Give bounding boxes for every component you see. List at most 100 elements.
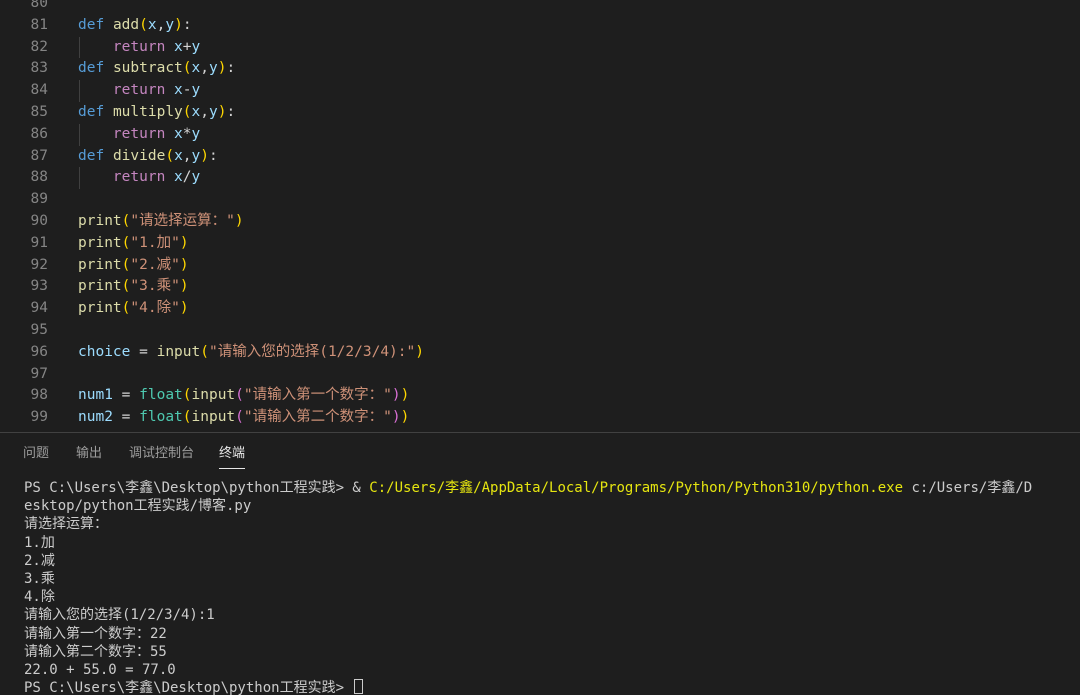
line-number: 99 [30, 409, 48, 426]
code-token: return [112, 38, 166, 55]
code-token: subtract [112, 60, 183, 77]
code-line[interactable]: 85 def multiply(x,y): [0, 102, 1080, 124]
tab-problems[interactable]: 问题 [23, 445, 49, 463]
code-token: "请选择运算：" [130, 213, 235, 229]
terminal-output[interactable]: PS C:\Users\李鑫\Desktop\python工程实践> & C:/… [24, 479, 1069, 695]
line-number: 95 [30, 322, 48, 338]
code-token: print [78, 213, 122, 229]
code-token: ( [139, 16, 148, 33]
code-token: ( [182, 60, 192, 77]
code-line[interactable]: 93 print("3.乘") [0, 276, 1080, 298]
tab-output[interactable]: 输出 [76, 445, 102, 463]
line-code: def divide(x,y): [78, 146, 218, 168]
code-token: input [191, 387, 236, 404]
line-code: def multiply(x,y): [78, 102, 235, 124]
line-code: return x/y [78, 167, 200, 189]
code-line[interactable]: 84 return x-y [0, 80, 1080, 102]
code-token: - [182, 82, 192, 99]
terminal-text: PS C:\Users\李鑫\Desktop\python工程实践> & [24, 480, 370, 496]
terminal-text: 请输入您的选择(1/2/3/4):1 [24, 607, 215, 624]
code-token: : [226, 60, 236, 77]
code-token: y [191, 147, 201, 164]
code-token: print [78, 278, 122, 295]
line-number: 91 [30, 234, 48, 251]
code-line[interactable]: 91 print("1.加") [0, 233, 1080, 255]
code-token: "1.加" [130, 234, 180, 251]
terminal-line: 4.除 [24, 588, 55, 606]
code-token: ) [179, 300, 189, 317]
terminal-text: 请输入第二个数字：55 [24, 643, 167, 660]
code-line[interactable]: 92 print("2.减") [0, 255, 1080, 277]
line-code: def add(x,y): [78, 15, 192, 37]
code-token: ) [234, 213, 244, 229]
terminal-text: esktop/python工程实践/博客.py [24, 498, 252, 515]
code-line[interactable]: 86 return x*y [0, 123, 1080, 146]
code-token: "3.乘" [130, 278, 180, 295]
code-line[interactable]: 87 def divide(x,y): [0, 146, 1080, 168]
tab-terminal[interactable]: 终端 [219, 445, 246, 469]
bottom-panel: 问题 输出 调试控制台 终端 PS C:\Users\李鑫\Desktop\py… [0, 432, 1080, 695]
code-token: ) [391, 409, 401, 426]
code-line[interactable]: 98 num1 = float(input("请输入第一个数字：")) [0, 385, 1080, 407]
code-line[interactable]: 96 choice = input("请输入您的选择(1/2/3/4):") [0, 342, 1080, 364]
code-token: ) [400, 387, 410, 404]
line-code: choice = input("请输入您的选择(1/2/3/4):") [78, 342, 424, 364]
terminal-line: 请输入您的选择(1/2/3/4):1 [24, 606, 215, 624]
code-line[interactable]: 97 [0, 364, 1080, 386]
code-token: num2 [78, 409, 113, 426]
code-token: y [208, 60, 218, 77]
code-line[interactable]: 99 num2 = float(input("请输入第二个数字：")) [0, 407, 1080, 429]
terminal-line: 3.乘 [24, 570, 55, 588]
line-code: num2 = float(input("请输入第二个数字：")) [78, 407, 409, 429]
code-token: = [112, 409, 140, 426]
terminal-line: 2.减 [24, 552, 55, 570]
terminal-text: PS C:\Users\李鑫\Desktop\python工程实践> [24, 680, 353, 695]
tab-debug-console[interactable]: 调试控制台 [129, 445, 194, 463]
code-token: , [182, 147, 192, 164]
code-token: x [147, 16, 157, 33]
code-token: x [174, 169, 183, 186]
code-token: def [78, 104, 105, 120]
line-code: return x*y [78, 124, 200, 146]
code-token: y [208, 104, 218, 120]
code-token: float [139, 387, 183, 404]
code-token: ( [182, 409, 192, 426]
line-number: 83 [30, 60, 48, 77]
code-token: divide [112, 147, 166, 164]
code-line[interactable]: 80 [0, 0, 1080, 15]
code-token: multiply [112, 104, 183, 120]
code-line[interactable]: 94 print("4.除") [0, 298, 1080, 320]
code-line[interactable]: 83 def subtract(x,y): [0, 58, 1080, 80]
line-code: print("2.减") [78, 255, 189, 277]
code-token: x [191, 104, 201, 120]
code-token: "2.减" [130, 256, 180, 273]
code-line[interactable]: 95 [0, 320, 1080, 342]
code-token: "请输入您的选择(1/2/3/4):" [208, 343, 416, 360]
code-token: = [130, 343, 157, 360]
code-line[interactable]: 88 return x/y [0, 167, 1080, 190]
code-token: / [182, 169, 192, 186]
terminal-text: 请选择运算： [24, 516, 108, 533]
code-token: ) [415, 343, 424, 360]
code-line[interactable]: 82 return x+y [0, 36, 1080, 59]
code-line[interactable]: 90 print("请选择运算：") [0, 211, 1080, 233]
code-token: y [191, 38, 201, 55]
code-token: x [191, 60, 201, 77]
code-token: ) [179, 278, 189, 295]
code-token: y [191, 169, 201, 186]
code-line[interactable]: 89 [0, 189, 1080, 211]
code-token: ( [235, 409, 244, 426]
code-editor[interactable]: 80 81 def add(x,y): 82 return x+y 83 def subt… [0, 0, 1080, 432]
terminal-line: PS C:\Users\李鑫\Desktop\python工程实践> [24, 679, 364, 695]
terminal-line: 请输入第一个数字：22 [24, 625, 167, 643]
code-line[interactable]: 81 def add(x,y): [0, 15, 1080, 37]
code-token: y [165, 16, 175, 33]
code-token: : [182, 16, 192, 33]
line-number: 90 [30, 213, 48, 229]
code-token: ( [182, 387, 192, 404]
code-token: ) [179, 234, 189, 251]
